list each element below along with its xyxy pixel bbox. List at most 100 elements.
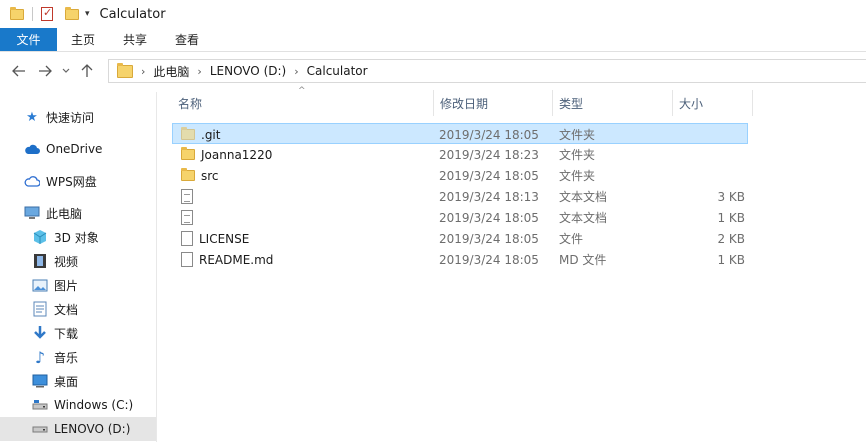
file-name-cell: README.md	[181, 249, 273, 270]
folder-icon	[181, 147, 195, 160]
file-name: Joanna1220	[201, 147, 273, 162]
nav-item-label: 3D 对象	[54, 230, 99, 245]
file-row[interactable]: 2019/3/24 18:05 文本文档 1 KB	[172, 207, 748, 228]
file-row[interactable]: 2019/3/24 18:13 文本文档 3 KB	[172, 186, 748, 207]
file-name-cell	[181, 186, 199, 207]
file-type: MD 文件	[559, 253, 607, 267]
file-type: 文件夹	[559, 128, 596, 142]
toolbar-divider	[32, 7, 33, 21]
column-header-name[interactable]: 名称	[172, 90, 434, 116]
file-row[interactable]: README.md 2019/3/24 18:05 MD 文件 1 KB	[172, 249, 748, 270]
file-row[interactable]: Joanna1220 2019/3/24 18:23 文件夹	[172, 144, 748, 165]
column-header-modified[interactable]: 修改日期	[434, 90, 553, 116]
tab-share[interactable]: 共享	[109, 28, 161, 51]
new-folder-icon[interactable]	[65, 6, 79, 20]
up-button[interactable]	[74, 59, 100, 83]
arrow-right-icon	[39, 65, 52, 77]
customize-toolbar-dropdown-icon[interactable]: ▾	[85, 9, 90, 19]
tab-home[interactable]: 主页	[57, 28, 109, 51]
nav-item-label: WPS网盘	[46, 174, 97, 189]
file-size: 1 KB	[717, 252, 745, 267]
chevron-down-icon	[62, 68, 70, 73]
nav-item-onedrive[interactable]: OneDrive	[0, 137, 156, 161]
nav-item-label: 图片	[54, 278, 79, 293]
file-type: 文件	[559, 232, 584, 246]
file-modified: 2019/3/24 18:23	[439, 147, 539, 162]
nav-item-label: 音乐	[54, 350, 79, 365]
breadcrumb-chevron-icon[interactable]: ›	[197, 65, 201, 78]
nav-item-quick-access[interactable]: ★ 快速访问	[0, 105, 156, 129]
breadcrumb-chevron-icon[interactable]: ›	[141, 65, 145, 78]
nav-item-wps[interactable]: WPS网盘	[0, 169, 156, 193]
file-size: 3 KB	[717, 189, 745, 204]
navigation-pane: ★ 快速访问 OneDrive WPS网盘 此电脑 3D 对象 视频 图片 文档…	[0, 92, 157, 442]
title-bar: ▾ Calculator	[0, 0, 866, 28]
file-modified: 2019/3/24 18:05	[439, 168, 539, 183]
nav-item-this-pc[interactable]: 此电脑	[0, 201, 156, 225]
breadcrumb-calculator[interactable]: Calculator	[307, 64, 368, 78]
tab-file[interactable]: 文件	[0, 28, 57, 51]
nav-item-videos[interactable]: 视频	[0, 249, 156, 273]
star-icon: ★	[26, 109, 38, 125]
file-type: 文件夹	[559, 169, 596, 183]
file-modified: 2019/3/24 18:05	[439, 231, 539, 246]
nav-item-drive-d[interactable]: LENOVO (D:)	[0, 417, 156, 441]
breadcrumb-this-pc[interactable]: 此电脑	[153, 63, 189, 80]
file-name-cell: Joanna1220	[181, 144, 272, 165]
file-name: src	[201, 168, 219, 183]
file-icon	[181, 252, 193, 267]
recent-locations-button[interactable]	[58, 59, 74, 83]
document-icon	[32, 301, 48, 317]
nav-item-music[interactable]: ♪ 音乐	[0, 345, 156, 369]
back-button[interactable]	[6, 59, 32, 83]
nav-item-downloads[interactable]: 下载	[0, 321, 156, 345]
picture-icon	[32, 277, 48, 293]
file-name-cell: LICENSE	[181, 228, 249, 249]
file-type: 文本文档	[559, 211, 608, 225]
file-type: 文本文档	[559, 190, 608, 204]
window-title: Calculator	[99, 6, 166, 22]
file-modified: 2019/3/24 18:05	[439, 210, 539, 225]
nav-item-pictures[interactable]: 图片	[0, 273, 156, 297]
column-header-size[interactable]: 大小	[673, 90, 753, 116]
properties-icon[interactable]	[41, 6, 53, 21]
column-header-type[interactable]: 类型	[553, 90, 673, 116]
file-row[interactable]: .git 2019/3/24 18:05 文件夹	[172, 123, 748, 144]
download-icon	[32, 325, 48, 341]
file-modified: 2019/3/24 18:05	[439, 252, 539, 267]
file-row[interactable]: src 2019/3/24 18:05 文件夹	[172, 165, 748, 186]
file-size: 1 KB	[717, 210, 745, 225]
file-icon	[181, 231, 193, 246]
drive-icon	[32, 421, 48, 437]
windows-drive-icon	[32, 397, 48, 413]
tab-view[interactable]: 查看	[161, 28, 213, 51]
nav-item-label: 此电脑	[46, 206, 83, 221]
cloud-icon	[24, 141, 40, 157]
computer-icon	[24, 205, 40, 221]
breadcrumb-chevron-icon[interactable]: ›	[294, 65, 298, 78]
nav-item-documents[interactable]: 文档	[0, 297, 156, 321]
folder-icon	[117, 62, 133, 78]
file-name: .git	[201, 127, 221, 142]
music-note-icon: ♪	[34, 347, 46, 367]
nav-item-label: OneDrive	[46, 142, 103, 156]
desktop-icon	[32, 373, 48, 389]
nav-item-label: Windows (C:)	[54, 398, 134, 412]
file-size: 2 KB	[717, 231, 745, 246]
forward-button[interactable]	[32, 59, 58, 83]
address-bar[interactable]: › 此电脑 › LENOVO (D:) › Calculator	[108, 59, 866, 83]
file-modified: 2019/3/24 18:13	[439, 189, 539, 204]
nav-item-drive-c[interactable]: Windows (C:)	[0, 393, 156, 417]
file-name-cell: .git	[181, 124, 220, 145]
nav-item-3d-objects[interactable]: 3D 对象	[0, 225, 156, 249]
arrow-left-icon	[12, 65, 25, 77]
folder-icon	[181, 127, 195, 140]
nav-item-desktop[interactable]: 桌面	[0, 369, 156, 393]
nav-item-label: 桌面	[54, 374, 79, 389]
arrow-up-icon	[81, 64, 93, 77]
breadcrumb-drive-d[interactable]: LENOVO (D:)	[210, 64, 286, 78]
file-name: README.md	[199, 252, 274, 267]
folder-icon	[10, 6, 24, 20]
nav-item-label: 文档	[54, 302, 79, 317]
file-row[interactable]: LICENSE 2019/3/24 18:05 文件 2 KB	[172, 228, 748, 249]
